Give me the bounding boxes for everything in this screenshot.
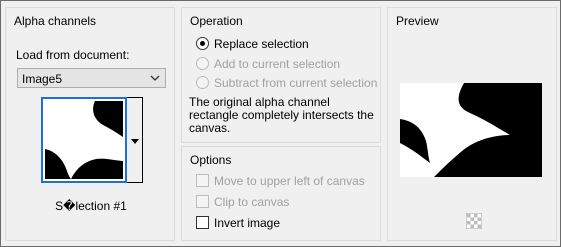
options-group: Options Move to upper left of canvas Cli…	[181, 146, 381, 241]
radio-selected-icon	[196, 37, 209, 50]
preview-image	[400, 83, 542, 177]
clip-to-canvas-label: Clip to canvas	[214, 195, 290, 209]
replace-selection-radio[interactable]: Replace selection	[196, 37, 309, 51]
invert-image-label: Invert image	[214, 216, 281, 230]
alpha-channels-title: Alpha channels	[14, 14, 97, 28]
dropdown-arrow-icon	[131, 139, 139, 144]
transparency-toggle-icon[interactable]	[466, 213, 482, 229]
radio-disabled-icon	[196, 57, 209, 70]
radio-disabled-icon	[196, 76, 209, 89]
invert-image-checkbox[interactable]: Invert image	[196, 216, 280, 230]
options-title: Options	[190, 153, 232, 167]
subtract-from-selection-label: Subtract from current selection	[214, 76, 378, 90]
alpha-channel-picker[interactable]	[41, 97, 143, 189]
selection-caption: S�lection #1	[55, 199, 127, 213]
load-from-document-label-text: Load from document:	[16, 48, 130, 62]
preview-group: Preview	[387, 7, 557, 241]
load-from-document-label: Load from document:	[16, 48, 129, 62]
checkbox-disabled-icon	[196, 195, 209, 208]
operation-title: Operation	[190, 14, 243, 28]
preview-title: Preview	[396, 14, 439, 28]
thumbnail-dropdown-button[interactable]	[127, 97, 143, 183]
document-select[interactable]: Image5	[17, 68, 166, 88]
document-select-value: Image5	[22, 72, 63, 86]
alpha-channel-dialog: Alpha channels Load from document: Image…	[0, 0, 561, 247]
alpha-channel-thumbnail-image	[45, 101, 123, 179]
move-to-upper-left-checkbox[interactable]: Move to upper left of canvas	[196, 174, 365, 188]
operation-group: Operation Replace selection Add to curre…	[181, 7, 381, 143]
add-to-selection-label: Add to current selection	[214, 57, 341, 71]
chevron-down-icon	[150, 75, 160, 81]
clip-to-canvas-checkbox[interactable]: Clip to canvas	[196, 195, 289, 209]
add-to-selection-radio[interactable]: Add to current selection	[196, 57, 340, 71]
replace-selection-label: Replace selection	[214, 37, 309, 51]
checkbox-disabled-icon	[196, 174, 209, 187]
checkbox-icon	[196, 216, 209, 229]
operation-description: The original alpha channel rectangle com…	[189, 95, 374, 135]
move-to-upper-left-label: Move to upper left of canvas	[214, 174, 365, 188]
alpha-channels-group: Alpha channels Load from document: Image…	[5, 7, 175, 241]
subtract-from-selection-radio[interactable]: Subtract from current selection	[196, 76, 377, 90]
alpha-channel-thumbnail[interactable]	[41, 97, 127, 183]
